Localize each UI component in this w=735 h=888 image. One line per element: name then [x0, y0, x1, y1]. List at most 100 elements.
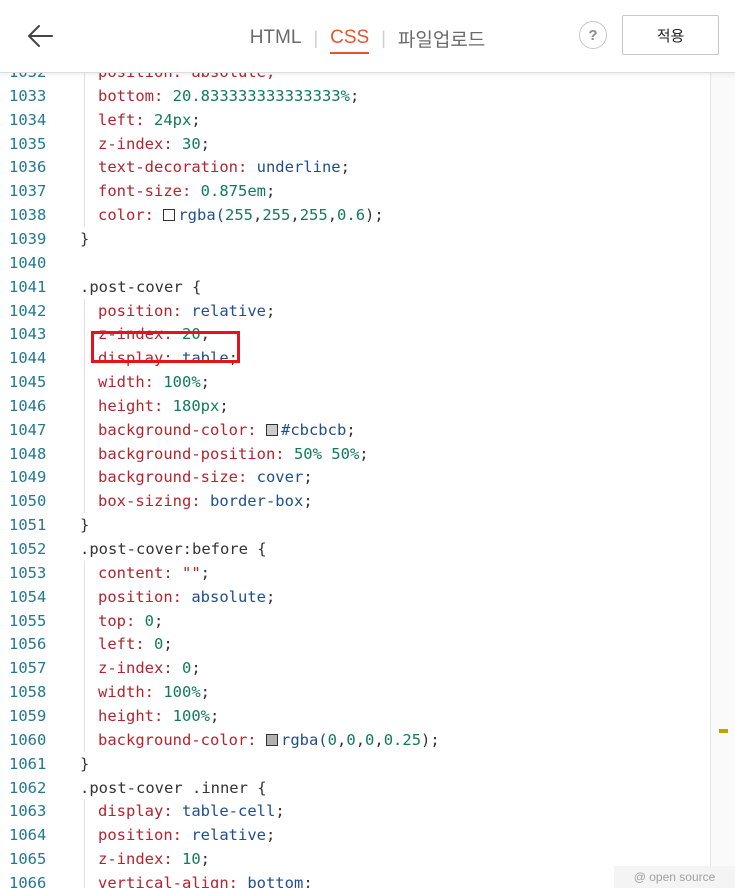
apply-button[interactable]: 적용 — [622, 15, 719, 55]
code-line[interactable]: 1056 left: 0; — [0, 632, 710, 657]
code-line[interactable]: 1051} — [0, 513, 710, 537]
code-token: } — [80, 229, 90, 248]
code-token: .post-cover:before { — [80, 540, 267, 558]
code-line[interactable]: 1062 .post-cover .inner { — [0, 776, 710, 800]
help-icon[interactable]: ? — [579, 21, 607, 49]
code-token: bottom: — [98, 86, 173, 105]
code-token: height: — [98, 396, 173, 415]
code-token: ; — [359, 444, 369, 463]
code-line[interactable]: 1039} — [0, 227, 710, 251]
code-token: absolute — [191, 587, 266, 606]
code-line[interactable]: 1052 .post-cover:before { — [0, 537, 710, 561]
code-token: 100% — [172, 706, 210, 725]
code-line[interactable]: 1054 position: absolute; — [0, 584, 710, 609]
tab-html[interactable]: HTML — [250, 27, 302, 49]
line-number: 1058 — [9, 683, 47, 702]
line-number: 1040 — [9, 253, 47, 272]
editor-header: HTML | CSS | 파일업로드 ? 적용 — [0, 0, 735, 73]
line-number: 1035 — [9, 134, 47, 153]
indent-guide — [84, 370, 85, 395]
code-token: , — [355, 730, 366, 749]
code-line[interactable]: 1061} — [0, 752, 710, 776]
code-token: z-index: — [98, 659, 182, 678]
code-token: } — [80, 754, 90, 773]
code-text: left: 0; — [98, 632, 173, 656]
indent-guide — [84, 179, 85, 204]
indent-guide — [84, 83, 85, 108]
color-swatch-icon[interactable] — [265, 733, 278, 746]
line-number: 1048 — [9, 444, 47, 463]
line-number: 1055 — [9, 611, 47, 630]
code-token: border-box — [209, 492, 304, 511]
code-line[interactable]: 1049 background-size: cover; — [0, 465, 710, 490]
code-line[interactable]: 1055 top: 0; — [0, 608, 710, 633]
line-number: 1061 — [9, 754, 47, 773]
indent-guide — [84, 107, 85, 132]
line-number: 1063 — [9, 802, 47, 821]
code-line[interactable]: 1050 box-sizing: border-box; — [0, 489, 710, 514]
code-line[interactable]: 1046 height: 180px; — [0, 393, 710, 418]
code-line[interactable]: 1045 width: 100%; — [0, 370, 710, 395]
code-text: } — [80, 227, 89, 251]
code-text: top: 0; — [98, 609, 163, 633]
highlight-box — [91, 331, 240, 363]
code-line[interactable]: 1063 display: table-cell; — [0, 799, 710, 824]
code-text: color: rgba(255,255,255,0.6); — [98, 203, 384, 227]
code-line[interactable]: 1041 .post-cover { — [0, 275, 710, 299]
code-token: } — [80, 516, 90, 535]
code-token: 50% 50% — [293, 444, 360, 463]
tab-separator: | — [313, 27, 319, 48]
code-token: "" — [182, 563, 201, 582]
code-line[interactable]: 1064 position: relative; — [0, 823, 710, 848]
code-token: ; — [265, 587, 276, 606]
editor-scrollbar[interactable] — [710, 72, 735, 888]
code-token: 0 — [154, 635, 164, 654]
tab-file-upload[interactable]: 파일업로드 — [398, 25, 485, 52]
indent-guide — [84, 441, 85, 466]
code-line[interactable]: 1040 — [0, 251, 710, 275]
code-token: 0 — [346, 730, 356, 749]
code-line[interactable]: 1034 left: 24px; — [0, 107, 710, 132]
line-number: 1033 — [9, 86, 47, 105]
code-line[interactable]: 1060 background-color: rgba(0,0,0,0.25); — [0, 727, 710, 752]
code-token: ; — [209, 706, 220, 725]
code-text: position: absolute; — [98, 585, 275, 609]
code-line[interactable]: 1065 z-index: 10; — [0, 847, 710, 872]
code-line[interactable]: 1057 z-index: 0; — [0, 656, 710, 681]
line-number: 1062 — [9, 778, 47, 797]
code-text: box-sizing: border-box; — [98, 489, 313, 513]
code-line[interactable]: 1035 z-index: 30; — [0, 131, 710, 156]
code-line[interactable]: 1042 position: relative; — [0, 298, 710, 323]
indent-guide — [84, 680, 85, 705]
code-line[interactable]: 1053 content: ""; — [0, 560, 710, 585]
css-code-editor[interactable]: 1032position: absolute;1033bottom: 20.83… — [0, 60, 710, 888]
code-line[interactable]: 1036 text-decoration: underline; — [0, 155, 710, 180]
code-line[interactable]: 1059 height: 100%; — [0, 703, 710, 728]
code-token: , — [337, 730, 347, 749]
line-number: 1042 — [9, 301, 47, 320]
code-line[interactable]: 1058 width: 100%; — [0, 680, 710, 705]
code-line[interactable]: 1037 font-size: 0.875em; — [0, 179, 710, 204]
code-line[interactable]: 1047 background-color: #cbcbcb; — [0, 417, 710, 442]
code-line[interactable]: 1066 vertical-align: bottom; — [0, 870, 710, 888]
code-token: ; — [200, 134, 211, 153]
code-token: 0 — [182, 659, 192, 678]
code-token: underline — [256, 158, 341, 177]
line-number: 1066 — [9, 873, 47, 888]
code-token: ; — [154, 611, 164, 630]
code-token: z-index: — [98, 850, 182, 869]
code-token: ; — [200, 850, 211, 869]
code-line[interactable]: 1048 background-position: 50% 50%; — [0, 441, 710, 466]
code-token: 0 — [144, 611, 155, 630]
line-number: 1050 — [9, 492, 47, 511]
color-swatch-icon[interactable] — [163, 209, 176, 222]
code-line[interactable]: 1038 color: rgba(255,255,255,0.6); — [0, 203, 710, 228]
color-swatch-icon[interactable] — [265, 423, 278, 436]
code-token: position: — [98, 301, 192, 320]
code-line[interactable]: 1033 bottom: 20.833333333333333%; — [0, 83, 710, 108]
line-number: 1041 — [9, 277, 47, 296]
line-number: 1039 — [9, 229, 47, 248]
code-token: ; — [303, 873, 313, 888]
indent-guide — [84, 322, 85, 347]
tab-css[interactable]: CSS — [330, 27, 370, 54]
